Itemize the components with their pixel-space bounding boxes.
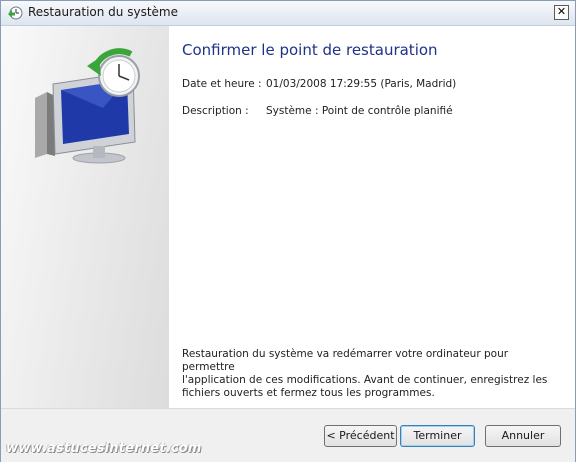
- title-bar[interactable]: Restauration du système ✕: [1, 1, 575, 26]
- watermark: www.astucesinternet.com: [6, 441, 202, 456]
- finish-button[interactable]: Terminer: [400, 425, 475, 447]
- restart-warning-text: Restauration du système va redémarrer vo…: [182, 348, 548, 399]
- description-label: Description :: [182, 105, 249, 117]
- content-pane: Confirmer le point de restauration Date …: [169, 26, 575, 408]
- date-time-label: Date et heure :: [182, 78, 262, 90]
- system-restore-window: Restauration du système ✕ Confirmer le p…: [0, 0, 576, 462]
- system-restore-icon: [8, 6, 23, 20]
- page-title: Confirmer le point de restauration: [182, 41, 438, 59]
- cancel-button[interactable]: Annuler: [485, 425, 561, 447]
- close-button[interactable]: ✕: [554, 5, 569, 20]
- close-icon: ✕: [556, 5, 567, 18]
- window-title: Restauration du système: [28, 5, 178, 19]
- restore-monitor-illustration: [35, 48, 140, 164]
- description-value: Système : Point de contrôle planifié: [266, 105, 453, 117]
- date-time-value: 01/03/2008 17:29:55 (Paris, Madrid): [266, 78, 457, 90]
- previous-button[interactable]: < Précédent: [324, 425, 397, 447]
- side-banner: [1, 26, 169, 408]
